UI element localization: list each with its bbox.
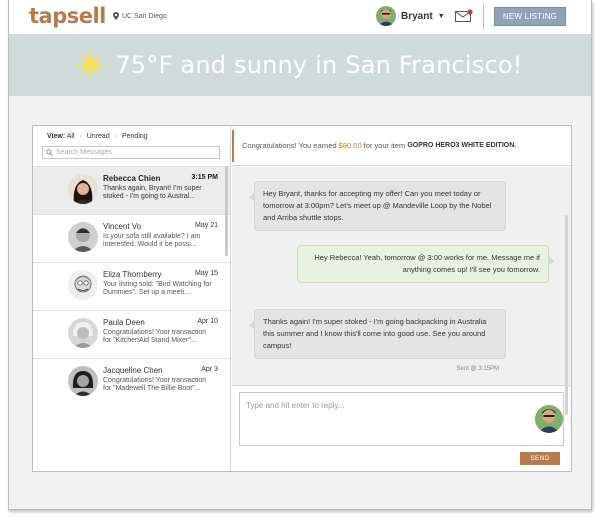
thread-name: Rebecca Chien	[103, 174, 161, 183]
messages-panel: View: All · Unread · Pending Search Mess…	[32, 125, 572, 472]
weather-banner: 75°F and sunny in San Francisco!	[9, 34, 591, 96]
notice-prefix: Congratulations! You earned	[242, 141, 337, 150]
reply-input[interactable]	[246, 401, 516, 410]
filter-separator: ·	[114, 133, 118, 140]
user-avatar	[376, 6, 396, 26]
thread-preview: Congratulations! Your transaction for "K…	[103, 329, 207, 344]
filter-all[interactable]: All	[67, 133, 75, 140]
incoming-message: Thanks again! I'm super stoked - I'm goi…	[249, 309, 506, 359]
filter-separator: ·	[79, 133, 82, 140]
thread-preview: Is your sofa still available? I am inter…	[103, 233, 201, 248]
reply-area: SEND	[232, 385, 571, 471]
thread-date: 3:15 PM	[191, 174, 218, 181]
page-frame: tapsell UC San Diego Bryant ▼ NEW LISTIN…	[8, 0, 592, 510]
sun-icon	[77, 51, 106, 79]
location-label: UC San Diego	[122, 12, 167, 20]
notice-amount: $80.00	[338, 141, 362, 150]
thread-item[interactable]: Jacqueline Chen Apr 3 Congratulations! Y…	[33, 358, 230, 406]
search-messages[interactable]: Search Messages	[42, 146, 220, 159]
notice-middle: for your item	[363, 141, 406, 150]
search-placeholder: Search Messages	[56, 149, 113, 156]
thread-item[interactable]: Paula Deen Apr 10 Congratulations! Your …	[33, 310, 230, 358]
thread-list: Rebecca Chien 3:15 PM Thanks again, Brya…	[33, 166, 230, 406]
thread-name: Vincent Vo	[103, 222, 142, 231]
chevron-down-icon: ▼	[437, 12, 445, 20]
thread-item[interactable]: Eliza Thornberry May 15 Your listing sol…	[33, 262, 230, 310]
thread-item[interactable]: Vincent Vo May 21 Is your sofa still ava…	[33, 214, 230, 262]
mail-icon[interactable]	[455, 9, 473, 23]
outgoing-message: Hey Rebecca! Yeah, tomorrow @ 3:00 works…	[297, 245, 554, 283]
thread-item[interactable]: Rebecca Chien 3:15 PM Thanks again, Brya…	[33, 166, 230, 214]
filter-pending[interactable]: Pending	[122, 133, 148, 140]
reply-box[interactable]	[239, 392, 564, 446]
thread-date: May 15	[195, 270, 218, 277]
filter-unread[interactable]: Unread	[87, 133, 110, 140]
avatar	[68, 366, 98, 396]
message-history: Hey Bryant, thanks for accepting my offe…	[232, 167, 571, 415]
thread-date: May 21	[195, 222, 218, 229]
top-bar: tapsell UC San Diego Bryant ▼ NEW LISTIN…	[9, 0, 591, 34]
new-listing-button[interactable]: NEW LISTING	[494, 7, 566, 26]
thread-preview: Congratulations! Your transaction for "M…	[103, 377, 207, 392]
avatar	[68, 270, 98, 300]
avatar	[68, 318, 98, 348]
incoming-message: Hey Bryant, thanks for accepting my offe…	[249, 181, 506, 231]
thread-preview: Thanks again, Bryant! I'm super stoked -…	[103, 185, 202, 200]
thread-date: Apr 3	[201, 366, 218, 373]
search-icon	[46, 149, 53, 156]
conversation: Congratulations! You earned $80.00 for y…	[232, 126, 571, 471]
thread-date: Apr 10	[197, 318, 218, 325]
thread-preview: Your listing sold: "Bird Watching for Du…	[103, 281, 212, 296]
user-name: Bryant	[401, 10, 433, 22]
tapsell-logo[interactable]: tapsell	[29, 4, 106, 28]
send-button[interactable]: SEND	[520, 452, 560, 465]
thread-list-scrollbar[interactable]	[225, 166, 228, 256]
user-menu[interactable]: Bryant ▼	[376, 6, 445, 26]
sent-timestamp: Sent @ 3:15PM	[456, 366, 499, 372]
header-divider	[483, 5, 484, 29]
notice-item: GOPRO HERO3 WHITE EDITION.	[407, 142, 517, 149]
avatar	[68, 174, 98, 204]
view-filters: View: All · Unread · Pending	[47, 133, 148, 140]
thread-name: Jacqueline Chen	[103, 366, 163, 375]
reply-avatar	[535, 405, 563, 433]
thread-name: Eliza Thornberry	[103, 270, 162, 279]
view-label: View:	[47, 133, 66, 140]
location-pin-icon	[113, 12, 119, 20]
location-selector[interactable]: UC San Diego	[113, 12, 167, 20]
earnings-notice: Congratulations! You earned $80.00 for y…	[232, 126, 571, 166]
weather-text: 75°F and sunny in San Francisco!	[115, 51, 523, 79]
avatar	[68, 222, 98, 252]
thread-sidebar: View: All · Unread · Pending Search Mess…	[33, 126, 231, 471]
thread-name: Paula Deen	[103, 318, 145, 327]
